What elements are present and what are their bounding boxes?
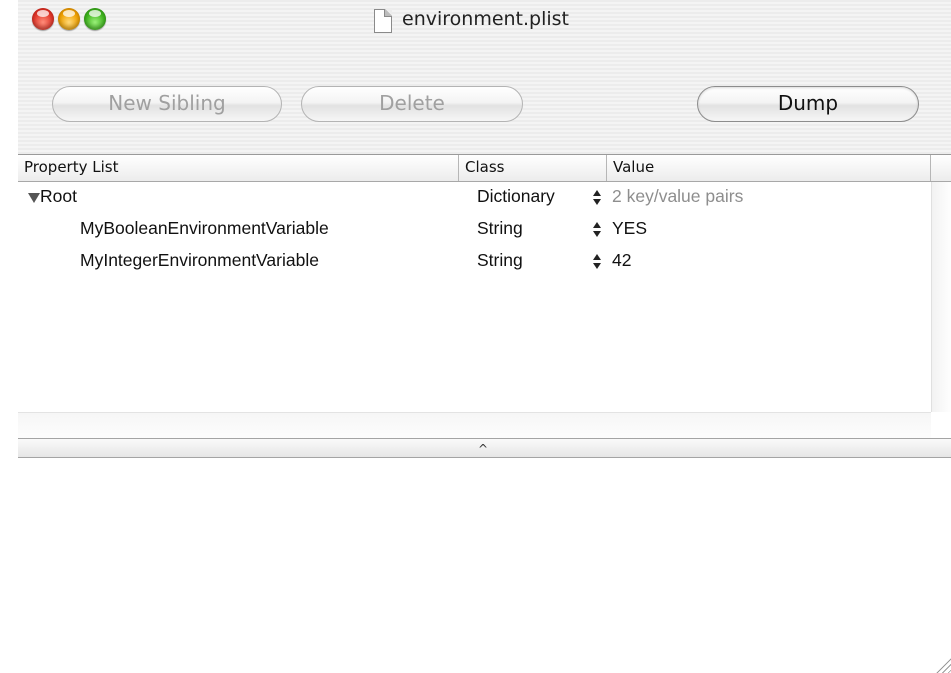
window-chrome: environment.plist New Sibling Delete Dum… [18,0,951,155]
class-stepper-icon[interactable] [592,252,602,272]
document-icon[interactable] [374,9,392,33]
title-bar[interactable]: environment.plist [18,0,951,46]
outline-view[interactable]: Root Dictionary 2 key/value pairs MyBool… [18,182,951,412]
row-class[interactable]: Dictionary [477,186,555,207]
row-value: 2 key/value pairs [612,186,744,206]
column-header-property-list[interactable]: Property List [18,155,459,181]
dump-output-text-area[interactable] [18,459,951,673]
resize-grip-icon[interactable] [933,655,951,673]
outline-bottom-edge [18,412,931,439]
class-stepper-icon[interactable] [592,220,602,240]
outline-row-root[interactable]: Root Dictionary 2 key/value pairs [18,182,951,214]
row-class[interactable]: String [477,250,523,271]
delete-button[interactable]: Delete [301,86,523,122]
row-class[interactable]: String [477,218,523,239]
row-key[interactable]: MyBooleanEnvironmentVariable [80,218,329,239]
close-window-button[interactable] [32,8,54,30]
window-title: environment.plist [402,8,570,30]
row-key[interactable]: MyIntegerEnvironmentVariable [80,250,319,271]
column-header-value[interactable]: Value [607,155,931,181]
outline-scroll-gutter [931,182,951,412]
plist-editor-window: environment.plist New Sibling Delete Dum… [18,0,951,673]
row-key[interactable]: Root [40,186,77,207]
disclosure-triangle-icon[interactable] [28,193,40,203]
split-divider[interactable]: ^ [18,438,951,458]
new-sibling-button[interactable]: New Sibling [52,86,282,122]
outline-header: Property List Class Value [18,155,951,182]
minimize-window-button[interactable] [58,8,80,30]
column-header-class[interactable]: Class [459,155,607,181]
outline-row[interactable]: MyBooleanEnvironmentVariable String YES [18,214,951,246]
divider-grip-icon[interactable]: ^ [478,442,488,456]
split-view: ^ [18,412,951,458]
row-value[interactable]: 42 [612,250,631,271]
row-value[interactable]: YES [612,218,647,239]
zoom-window-button[interactable] [84,8,106,30]
outline-row[interactable]: MyIntegerEnvironmentVariable String 42 [18,246,951,278]
class-stepper-icon[interactable] [592,188,602,208]
dump-button[interactable]: Dump [697,86,919,122]
